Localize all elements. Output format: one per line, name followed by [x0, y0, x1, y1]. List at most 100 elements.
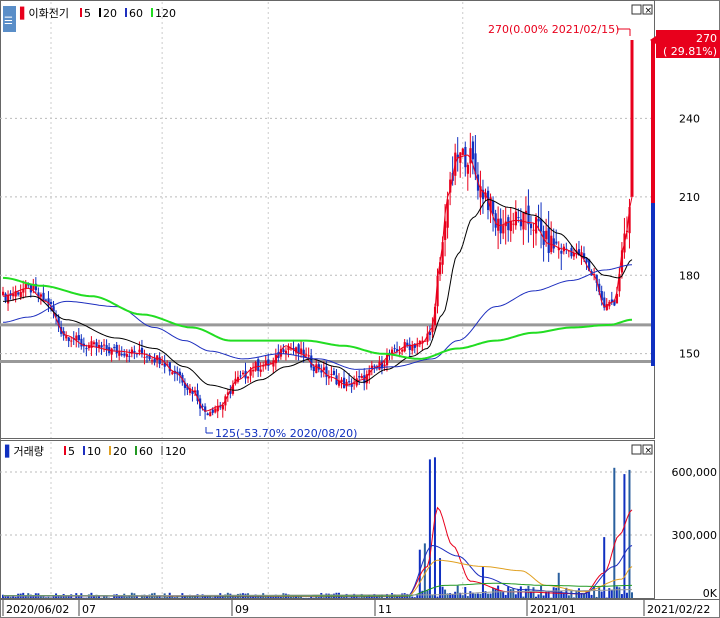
legend-label: 5: [84, 7, 91, 20]
candle: [85, 348, 88, 350]
right-range-down: [651, 203, 655, 366]
candle: [310, 355, 313, 368]
legend-swatch: [151, 8, 153, 17]
volume-bar: [620, 594, 623, 598]
candle: [555, 241, 558, 244]
volume-bar: [504, 594, 507, 598]
volume-bar: [492, 587, 495, 598]
volume-bar: [199, 597, 202, 598]
candle: [332, 370, 336, 375]
candle: [499, 218, 502, 234]
candle: [125, 354, 128, 357]
volume-bar: [72, 597, 75, 599]
volume-bar: [211, 597, 214, 598]
low-annotation: 125(-53.70% 2020/08/20): [215, 427, 357, 440]
candle: [343, 377, 346, 389]
maximize-icon[interactable]: [631, 4, 642, 15]
volume-bar: [474, 593, 477, 598]
price-tick-label: 240: [679, 112, 700, 125]
chart-window: 240 210 180 150 600,000 300,000 0K 2020/06/02 0…: [0, 0, 720, 618]
volume-bar: [85, 597, 88, 599]
candle: [216, 406, 219, 412]
candle: [537, 218, 540, 222]
volume-bar: [176, 596, 179, 598]
candle: [67, 337, 70, 342]
candle: [156, 355, 159, 361]
candle: [140, 347, 144, 354]
right-range-up: [651, 40, 655, 203]
candle: [340, 379, 343, 383]
candle: [115, 344, 118, 354]
legend-label: 20: [103, 7, 117, 20]
candle: [300, 348, 303, 354]
candle: [502, 225, 505, 234]
candle: [19, 291, 22, 298]
candle: [517, 217, 520, 219]
candle: [401, 349, 404, 352]
volume-bar: [454, 591, 457, 598]
volume-close-glyph: ×: [645, 446, 653, 456]
volume-bar: [487, 593, 490, 598]
candle: [90, 341, 93, 348]
candle: [17, 292, 20, 295]
candle: [383, 364, 386, 367]
candle: [12, 293, 15, 297]
volume-bar: [305, 597, 308, 599]
x-tick-label: 2021/02/22: [647, 603, 710, 616]
volume-bar: [509, 589, 512, 598]
volume-bar: [529, 592, 532, 598]
volume-bar: [628, 469, 631, 598]
volume-bar: [631, 592, 633, 598]
volume-bar: [479, 593, 482, 598]
price-title: ▌이화전기: [19, 6, 69, 20]
candle: [406, 342, 409, 346]
legend-swatch: [64, 446, 66, 455]
candle: [466, 164, 470, 174]
candle: [110, 348, 113, 355]
candle: [512, 223, 515, 225]
candle: [214, 408, 217, 413]
legend-label: 10: [87, 445, 101, 458]
window-frame: [0, 0, 720, 618]
volume-bar: [138, 597, 141, 599]
candle: [545, 230, 548, 240]
volume-bar: [413, 597, 416, 598]
volume-bar: [535, 596, 538, 598]
volume-bar: [461, 595, 464, 598]
candle: [77, 335, 80, 341]
x-tick-label: 2021/01: [530, 603, 576, 616]
volume-bar: [618, 587, 621, 598]
volume-bar: [173, 597, 176, 598]
volume-bar: [577, 588, 580, 598]
volume-bar: [343, 596, 346, 598]
candle: [305, 354, 308, 356]
candle: [171, 372, 174, 374]
legend-swatch: [161, 446, 163, 455]
volume-bar: [567, 595, 570, 598]
candle: [151, 360, 154, 362]
volume-bar: [178, 597, 181, 599]
candle: [327, 377, 331, 379]
volume-bar: [615, 586, 618, 598]
candle: [471, 141, 475, 160]
volume-bar: [514, 594, 517, 598]
volume-bar: [590, 594, 593, 598]
candle: [373, 365, 376, 367]
candle: [345, 381, 348, 387]
volume-bar: [426, 590, 429, 598]
volume-bar: [161, 597, 164, 598]
candle: [360, 375, 363, 379]
candle: [80, 338, 83, 347]
volume-bar: [537, 594, 540, 598]
candle: [464, 146, 467, 168]
close-glyph: ×: [645, 6, 653, 16]
volume-bar: [317, 597, 320, 598]
volume-bar: [451, 594, 454, 598]
candle: [514, 211, 517, 226]
volume-bar: [560, 590, 563, 598]
high-annotation: 270(0.00% 2021/02/15): [488, 23, 619, 36]
volume-maximize-icon[interactable]: [631, 444, 642, 455]
volume-bar: [289, 596, 292, 598]
volume-bar: [572, 597, 575, 598]
volume-bar: [623, 474, 626, 598]
